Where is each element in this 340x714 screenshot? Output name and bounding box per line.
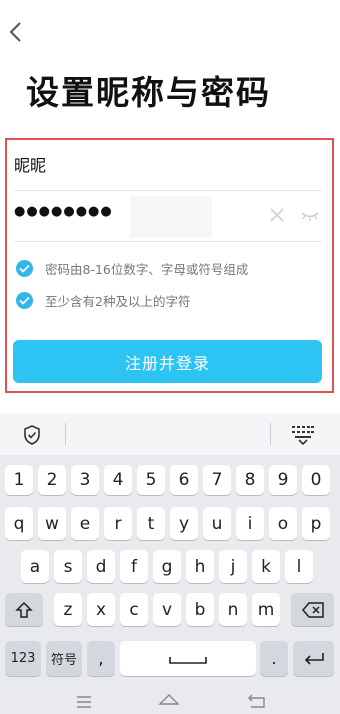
backspace-icon[interactable]	[291, 593, 334, 626]
key-j[interactable]: j	[219, 550, 247, 583]
nickname-input[interactable]: 昵昵	[14, 152, 322, 188]
key-z[interactable]: z	[54, 593, 82, 626]
divider	[270, 423, 271, 445]
key-m[interactable]: m	[252, 593, 280, 626]
keyboard-collapse-icon[interactable]	[291, 424, 315, 446]
key-b[interactable]: b	[186, 593, 214, 626]
key-h[interactable]: h	[186, 550, 214, 583]
clear-icon[interactable]	[268, 206, 286, 224]
period-key[interactable]: .	[260, 641, 288, 676]
divider	[65, 423, 66, 445]
key-2[interactable]: 2	[38, 465, 66, 495]
key-1[interactable]: 1	[5, 465, 33, 495]
space-icon[interactable]	[120, 641, 256, 676]
back-arrow-icon[interactable]	[6, 20, 28, 44]
key-s[interactable]: s	[54, 550, 82, 583]
home-icon[interactable]	[157, 692, 181, 708]
key-c[interactable]: c	[120, 593, 148, 626]
divider	[14, 241, 322, 242]
comma-key[interactable]: ,	[87, 641, 115, 676]
key-k[interactable]: k	[252, 550, 280, 583]
symbols-key[interactable]: 符号	[46, 641, 82, 676]
shift-icon[interactable]	[5, 593, 43, 626]
key-d[interactable]: d	[87, 550, 115, 583]
eye-closed-icon[interactable]	[300, 206, 320, 224]
password-redaction	[130, 196, 212, 238]
key-4[interactable]: 4	[104, 465, 132, 495]
key-o[interactable]: o	[269, 507, 297, 540]
check-circle-icon	[16, 291, 33, 309]
key-t[interactable]: t	[137, 507, 165, 540]
numbers-key[interactable]: 123	[5, 641, 41, 676]
key-i[interactable]: i	[236, 507, 264, 540]
password-rule-length: 密码由8-16位数字、字母或符号组成	[16, 258, 248, 278]
key-q[interactable]: q	[5, 507, 33, 540]
password-field[interactable]: ●●●●●●●●	[14, 196, 322, 238]
register-login-button[interactable]: 注册并登录	[13, 340, 322, 383]
soft-keyboard: 1 2 3 4 5 6 7 8 9 0 q w e r t y u i o p …	[0, 413, 340, 714]
key-8[interactable]: 8	[236, 465, 264, 495]
check-circle-icon	[16, 259, 33, 277]
key-x[interactable]: x	[87, 593, 115, 626]
key-a[interactable]: a	[21, 550, 49, 583]
key-n[interactable]: n	[219, 593, 247, 626]
key-l[interactable]: l	[285, 550, 313, 583]
divider	[14, 190, 322, 191]
key-w[interactable]: w	[38, 507, 66, 540]
key-5[interactable]: 5	[137, 465, 165, 495]
menu-icon[interactable]	[75, 694, 93, 708]
keyboard-toolbar	[0, 413, 340, 455]
key-6[interactable]: 6	[170, 465, 198, 495]
key-e[interactable]: e	[71, 507, 99, 540]
key-r[interactable]: r	[104, 507, 132, 540]
key-0[interactable]: 0	[302, 465, 330, 495]
back-icon[interactable]	[247, 693, 267, 709]
shield-icon[interactable]	[22, 424, 42, 446]
key-3[interactable]: 3	[71, 465, 99, 495]
rule-text: 密码由8-16位数字、字母或符号组成	[45, 261, 249, 277]
key-y[interactable]: y	[170, 507, 198, 540]
password-rule-variety: 至少含有2种及以上的字符	[16, 290, 190, 310]
key-7[interactable]: 7	[203, 465, 231, 495]
enter-icon[interactable]	[293, 641, 334, 676]
rule-text: 至少含有2种及以上的字符	[45, 293, 191, 309]
key-9[interactable]: 9	[269, 465, 297, 495]
system-navigation-bar	[0, 686, 340, 714]
key-p[interactable]: p	[302, 507, 330, 540]
page-title: 设置昵称与密码	[26, 73, 271, 112]
password-input[interactable]: ●●●●●●●●	[14, 204, 113, 219]
key-g[interactable]: g	[153, 550, 181, 583]
key-f[interactable]: f	[120, 550, 148, 583]
key-u[interactable]: u	[203, 507, 231, 540]
key-v[interactable]: v	[153, 593, 181, 626]
